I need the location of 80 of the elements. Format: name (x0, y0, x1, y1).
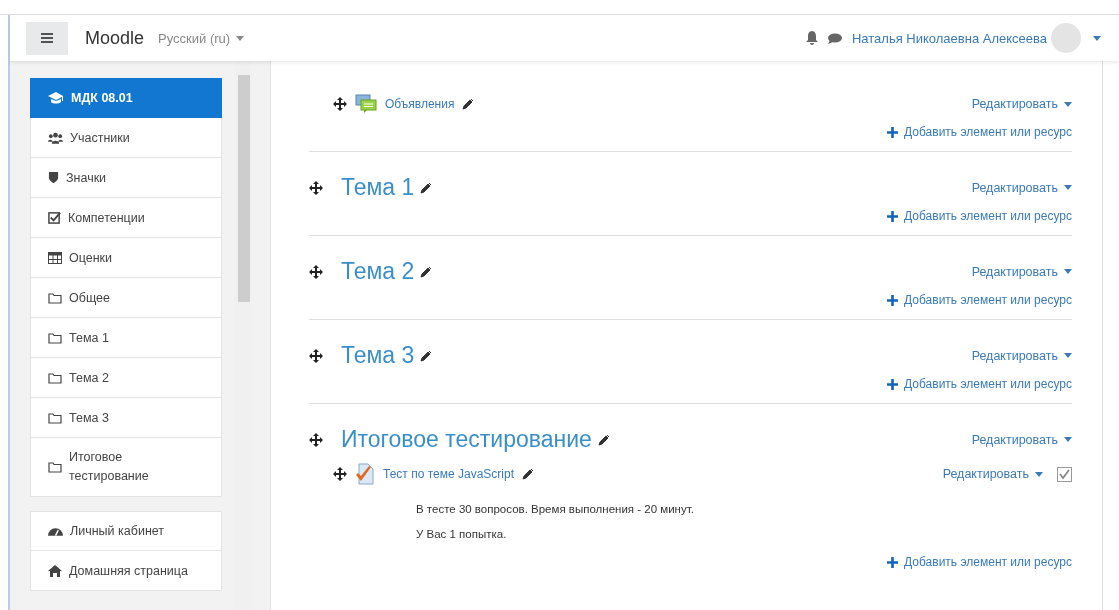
activity-description: У Вас 1 попытка. (416, 527, 508, 542)
move-icon[interactable] (309, 264, 323, 279)
add-resource-link[interactable]: Добавить элемент или ресурс (887, 377, 1072, 391)
plus-icon (887, 294, 899, 306)
language-menu[interactable]: Русский (ru) (158, 30, 245, 46)
caret-icon (1064, 437, 1072, 442)
quiz-icon (355, 463, 375, 485)
sidebar-item[interactable]: Личный кабинет (30, 511, 222, 551)
pencil-icon[interactable] (420, 349, 433, 362)
folder-icon (48, 461, 62, 473)
move-icon[interactable] (333, 97, 347, 111)
sidebar-item[interactable]: Оценки (30, 238, 222, 278)
checkbox-icon (48, 211, 61, 224)
edit-menu[interactable]: Редактировать (942, 467, 1043, 481)
section-title[interactable]: Тема 3 (341, 342, 415, 369)
check-icon (1058, 467, 1071, 481)
sidebar-item[interactable]: Значки (30, 158, 222, 198)
pencil-icon[interactable] (420, 181, 433, 194)
caret-icon (1064, 353, 1072, 358)
plus-icon (887, 210, 899, 222)
sidebar-item[interactable]: Итоговое тестирование (30, 438, 222, 497)
sidebar-item[interactable]: Тема 3 (30, 398, 222, 438)
edit-menu[interactable]: Редактировать (971, 97, 1072, 111)
chat-icon[interactable] (827, 32, 842, 44)
activity-description: В тесте 30 вопросов. Время выполнения - 20 минут. (416, 502, 695, 517)
pencil-icon[interactable] (522, 468, 534, 480)
sidebar-item[interactable]: Общее (30, 278, 222, 318)
sidebar-item[interactable]: Компетенции (30, 198, 222, 238)
table-icon (48, 251, 62, 264)
move-icon[interactable] (309, 348, 323, 363)
add-resource-link[interactable]: Добавить элемент или ресурс (887, 209, 1072, 223)
edit-menu[interactable]: Редактировать (971, 180, 1072, 195)
user-menu-button[interactable] (1093, 35, 1101, 41)
completion-checkbox[interactable] (1057, 466, 1072, 482)
pencil-icon[interactable] (462, 98, 475, 110)
sidebar-item[interactable]: Участники (30, 118, 222, 158)
folder-icon (48, 411, 62, 424)
caret-icon (1064, 101, 1072, 107)
add-resource-link[interactable]: Добавить элемент или ресурс (887, 125, 1072, 139)
add-resource-link[interactable]: Добавить элемент или ресурс (887, 293, 1072, 307)
move-icon[interactable] (309, 432, 323, 447)
sidebar-item[interactable]: Тема 1 (30, 318, 222, 358)
caret-icon (236, 35, 245, 41)
section-title[interactable]: Тема 2 (341, 258, 415, 285)
caret-icon (1064, 269, 1072, 274)
home-icon (48, 564, 62, 577)
folder-icon (48, 291, 62, 304)
section-title[interactable]: Тема 1 (341, 174, 415, 201)
site-name[interactable]: Moodle (85, 27, 145, 49)
folder-icon (48, 331, 62, 344)
edit-menu[interactable]: Редактировать (971, 264, 1072, 279)
menu-icon (41, 33, 53, 43)
users-icon (48, 131, 63, 144)
move-icon[interactable] (309, 180, 323, 195)
bell-icon[interactable] (805, 31, 818, 45)
gauge-icon (48, 525, 63, 537)
plus-icon (887, 378, 899, 390)
caret-icon (1064, 185, 1072, 190)
move-icon[interactable] (333, 467, 347, 481)
chat-bubbles-icon (355, 94, 377, 114)
activity-link[interactable]: Объявления (385, 97, 455, 111)
plus-icon (887, 126, 899, 138)
add-resource-link[interactable]: Добавить элемент или ресурс (887, 555, 1072, 569)
pencil-icon[interactable] (597, 433, 610, 446)
caret-icon (1093, 35, 1101, 41)
caret-icon (1035, 471, 1043, 477)
sidebar-item[interactable]: МДК 08.01 (30, 78, 222, 118)
menu-button[interactable] (26, 21, 68, 55)
activity-link[interactable]: Тест по теме JavaScript (383, 467, 514, 481)
pencil-icon[interactable] (420, 265, 433, 278)
shield-icon (48, 171, 59, 184)
user-name[interactable]: Наталья Николаевна Алексеева (851, 30, 1047, 46)
plus-icon (887, 556, 899, 568)
sidebar-item[interactable]: Домашняя страница (30, 551, 222, 591)
graduation-cap-icon (48, 92, 64, 104)
sidebar-item[interactable]: Тема 2 (30, 358, 222, 398)
edit-menu[interactable]: Редактировать (971, 348, 1072, 363)
folder-icon (48, 371, 62, 384)
section-title[interactable]: Итоговое тестирование (341, 426, 592, 453)
edit-menu[interactable]: Редактировать (971, 432, 1072, 447)
